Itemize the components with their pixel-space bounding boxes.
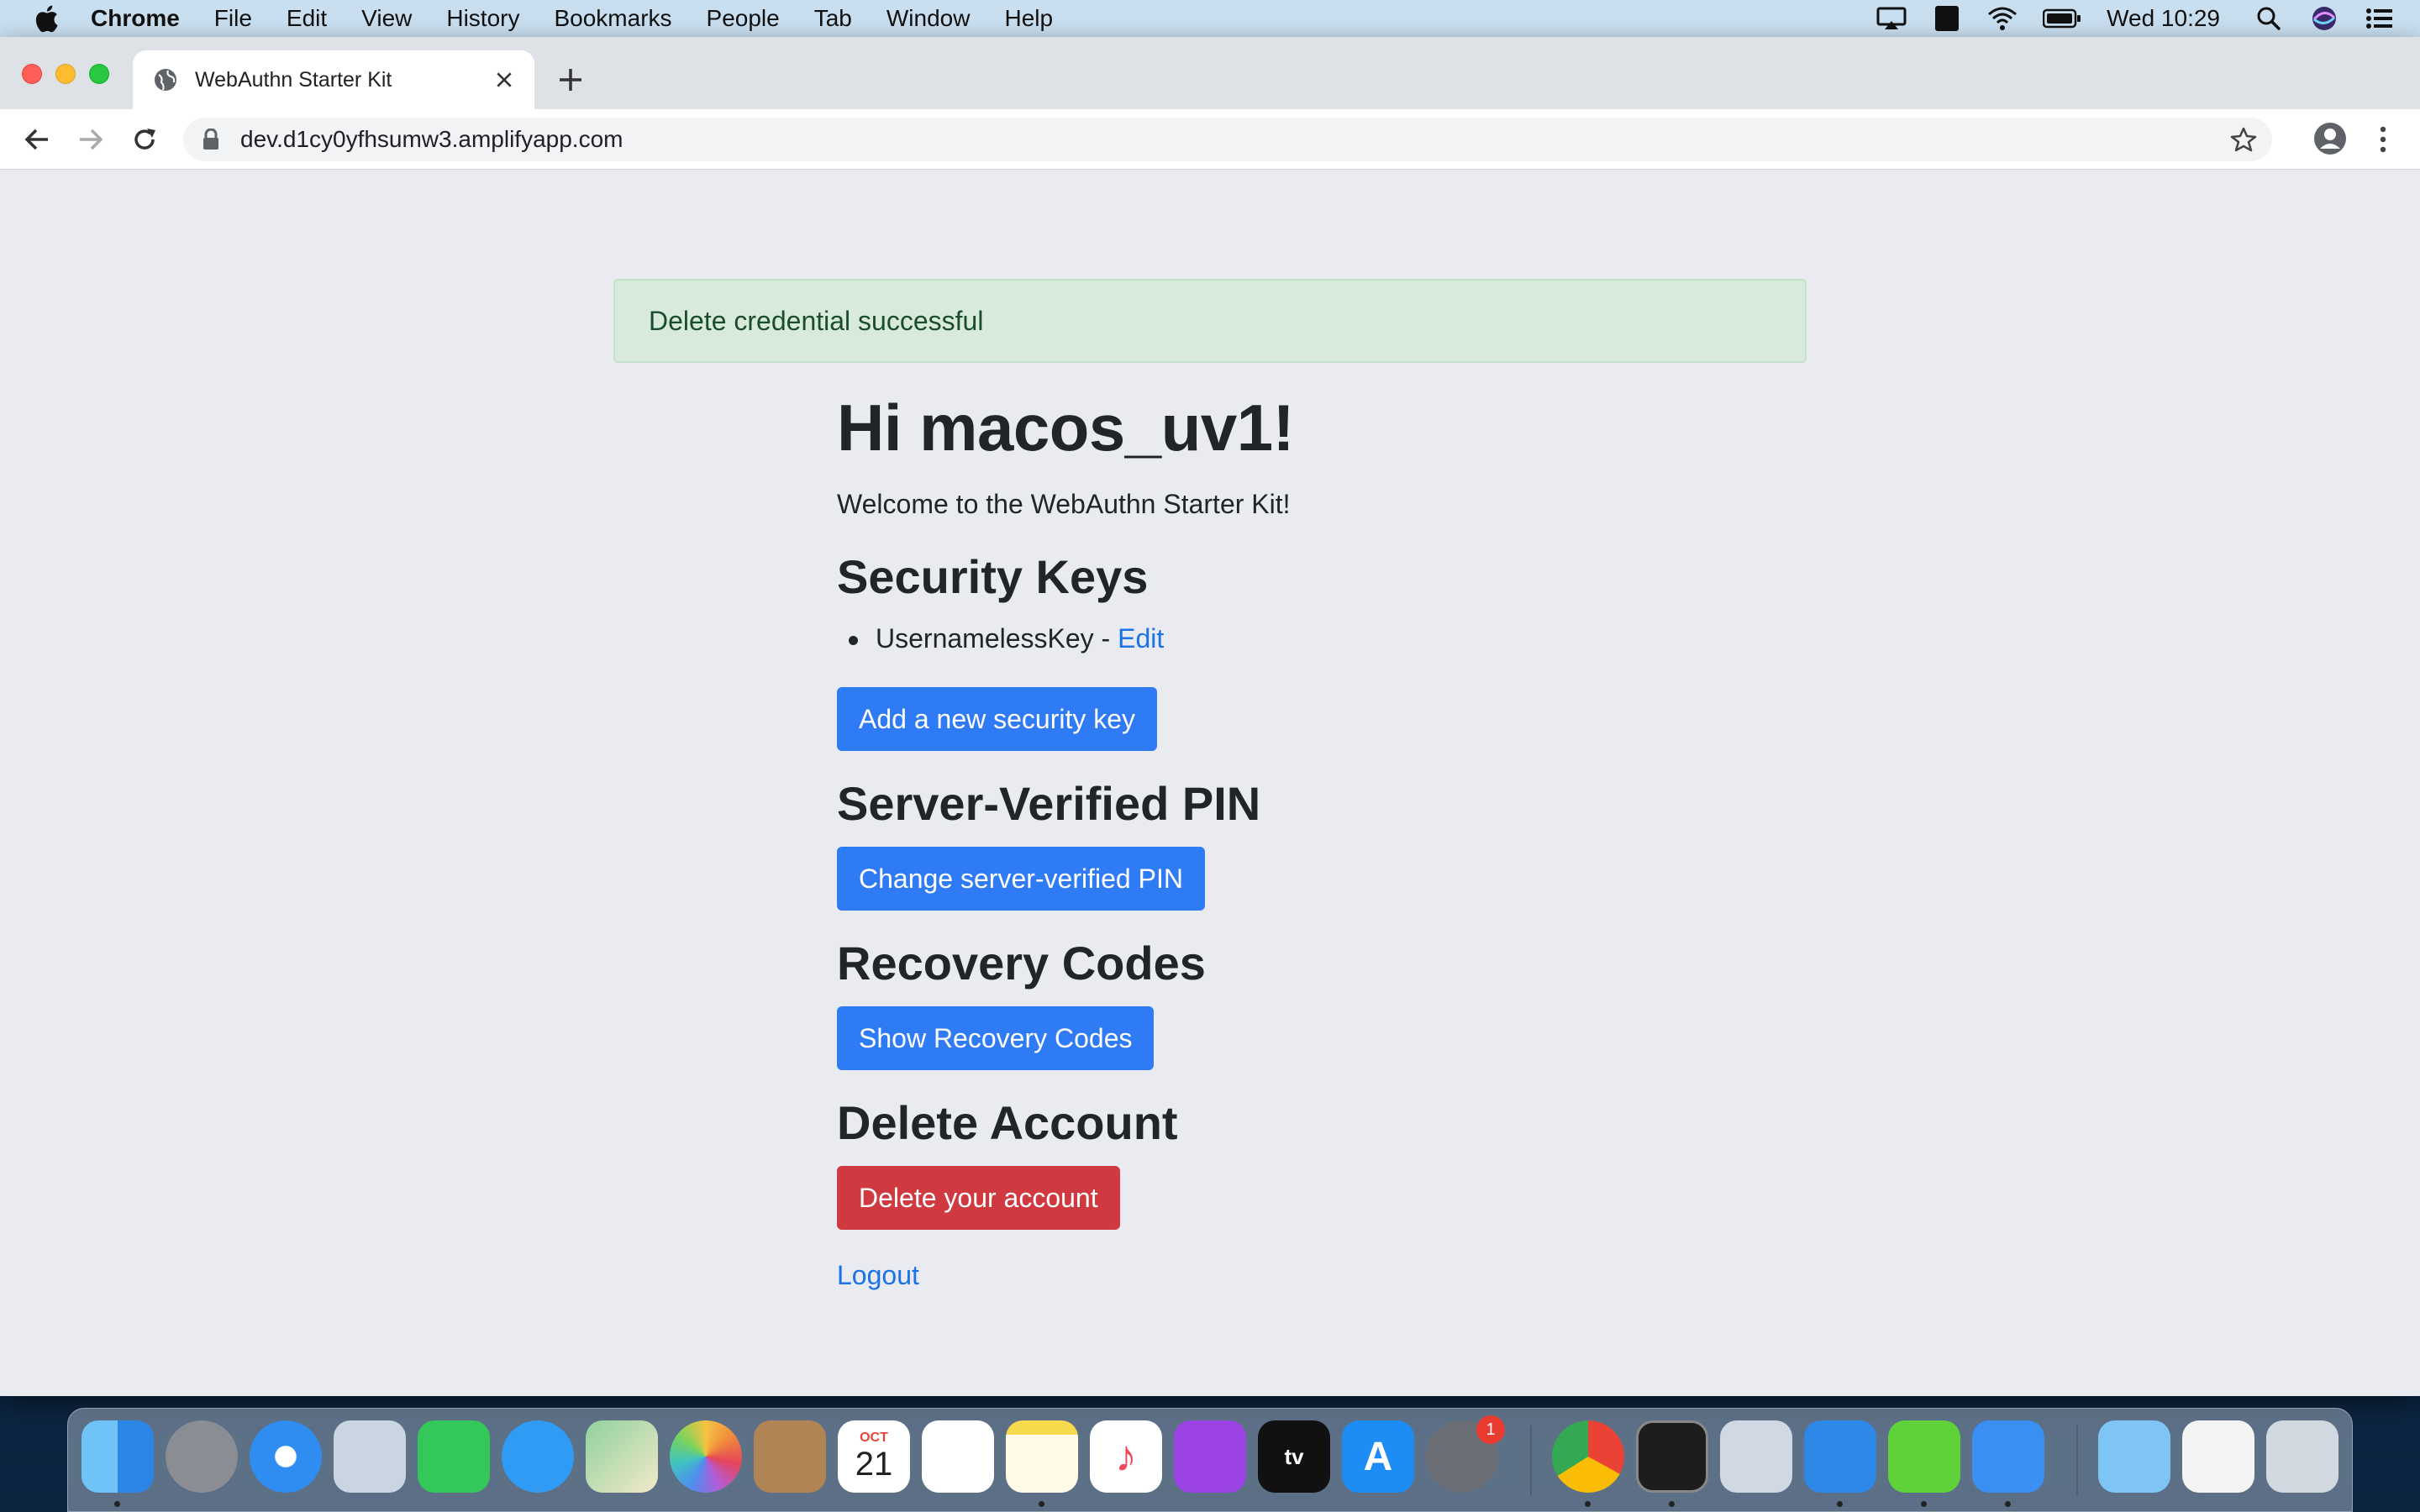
browser-toolbar: dev.d1cy0yfhsumw3.amplifyapp.com [0, 109, 2420, 170]
archive-utility-icon[interactable] [1888, 1420, 1960, 1493]
chrome-icon[interactable] [1552, 1420, 1624, 1493]
notes-icon[interactable] [1006, 1420, 1078, 1493]
maps-icon[interactable] [586, 1420, 658, 1493]
security-keys-list: UsernamelessKey - Edit [848, 623, 1164, 654]
delete-account-button[interactable]: Delete your account [837, 1166, 1120, 1230]
podcasts-icon[interactable] [1174, 1420, 1246, 1493]
apple-menu-icon[interactable] [34, 4, 59, 33]
trash-icon[interactable] [2266, 1420, 2338, 1493]
welcome-text: Welcome to the WebAuthn Starter Kit! [837, 489, 1291, 519]
show-recovery-codes-button[interactable]: Show Recovery Codes [837, 1006, 1155, 1070]
applications-folder-icon[interactable] [2098, 1420, 2170, 1493]
music-icon[interactable]: ♪ [1090, 1420, 1162, 1493]
dock-separator [2076, 1425, 2078, 1496]
notification-center-icon[interactable] [2365, 6, 2395, 31]
fullscreen-window-button[interactable] [89, 64, 109, 84]
simulator-icon[interactable] [1972, 1420, 2044, 1493]
globe-icon [153, 67, 178, 92]
tab-webauthn[interactable]: WebAuthn Starter Kit [133, 50, 534, 109]
facetime-icon[interactable] [418, 1420, 490, 1493]
security-keys-heading: Security Keys [837, 550, 1149, 603]
reload-icon[interactable] [128, 123, 161, 156]
xcode-icon[interactable] [1804, 1420, 1876, 1493]
menu-people[interactable]: People [707, 5, 780, 32]
menu-bookmarks[interactable]: Bookmarks [554, 5, 671, 32]
close-window-button[interactable] [22, 64, 42, 84]
contacts-icon[interactable] [754, 1420, 826, 1493]
menu-bar: Chrome File Edit View History Bookmarks … [0, 0, 2420, 37]
menu-help[interactable]: Help [1004, 5, 1053, 32]
mail-icon[interactable] [334, 1420, 406, 1493]
tab-title: WebAuthn Starter Kit [195, 67, 392, 92]
finder-icon[interactable] [82, 1420, 154, 1493]
address-bar[interactable]: dev.d1cy0yfhsumw3.amplifyapp.com [183, 118, 2272, 161]
url-text[interactable]: dev.d1cy0yfhsumw3.amplifyapp.com [240, 126, 623, 153]
server-pin-heading: Server-Verified PIN [837, 777, 1261, 830]
profile-avatar-icon[interactable] [2312, 121, 2348, 156]
page-title: Hi macos_uv1! [837, 391, 1295, 465]
calendar-month: OCT [860, 1430, 888, 1445]
menu-window[interactable]: Window [886, 5, 971, 32]
siri-icon[interactable] [2309, 6, 2339, 31]
documents-stack-icon[interactable] [2182, 1420, 2254, 1493]
menu-view[interactable]: View [361, 5, 412, 32]
terminal-icon[interactable] [1636, 1420, 1708, 1493]
running-indicator [1585, 1501, 1591, 1507]
back-arrow-icon[interactable] [20, 123, 54, 156]
success-alert: Delete credential successful [613, 279, 1807, 363]
tab-close-icon[interactable] [492, 68, 516, 92]
forward-arrow-icon[interactable] [74, 123, 108, 156]
launchpad-icon[interactable] [166, 1420, 238, 1493]
delete-account-heading: Delete Account [837, 1096, 1178, 1149]
tv-label: tv [1284, 1443, 1304, 1469]
edit-key-link[interactable]: Edit [1118, 623, 1164, 654]
logout-link[interactable]: Logout [837, 1260, 919, 1291]
running-indicator [1039, 1501, 1044, 1507]
notification-badge: 1 [1476, 1415, 1505, 1444]
running-indicator [1921, 1501, 1927, 1507]
list-item: UsernamelessKey - Edit [848, 623, 1164, 654]
reminders-icon[interactable] [922, 1420, 994, 1493]
menu-app-name[interactable]: Chrome [91, 5, 180, 32]
menu-history[interactable]: History [446, 5, 519, 32]
recovery-codes-heading: Recovery Codes [837, 937, 1206, 990]
preview-icon[interactable] [1720, 1420, 1792, 1493]
airplay-icon[interactable] [1876, 6, 1907, 31]
menu-edit[interactable]: Edit [287, 5, 327, 32]
menubar-clock[interactable]: Wed 10:29 [2107, 5, 2220, 32]
wifi-icon[interactable] [1987, 6, 2018, 31]
input-source-icon[interactable] [1932, 6, 1962, 31]
dock-separator [1530, 1425, 1532, 1496]
lock-icon[interactable] [202, 128, 220, 150]
safari-icon[interactable] [250, 1420, 322, 1493]
menu-tab[interactable]: Tab [814, 5, 852, 32]
calendar-day: 21 [855, 1445, 893, 1483]
running-indicator [1669, 1501, 1675, 1507]
battery-icon[interactable] [2043, 6, 2081, 31]
calendar-icon[interactable]: OCT 21 [838, 1420, 910, 1493]
messages-icon[interactable] [502, 1420, 574, 1493]
photos-icon[interactable] [670, 1420, 742, 1493]
spotlight-search-icon[interactable] [2254, 6, 2284, 31]
security-key-name: UsernamelessKey [876, 623, 1094, 654]
running-indicator [1837, 1501, 1843, 1507]
running-indicator [2005, 1501, 2011, 1507]
bookmark-star-icon[interactable] [2230, 126, 2257, 153]
menu-file[interactable]: File [214, 5, 252, 32]
change-pin-button[interactable]: Change server-verified PIN [837, 847, 1205, 911]
dock: OCT 21 ♪ tv A 1 [67, 1408, 2353, 1512]
tab-strip: WebAuthn Starter Kit [0, 37, 2420, 109]
add-security-key-button[interactable]: Add a new security key [837, 687, 1158, 751]
chrome-menu-icon[interactable] [2373, 123, 2393, 156]
system-preferences-icon[interactable]: 1 [1426, 1415, 1505, 1493]
apple-tv-icon[interactable]: tv [1258, 1420, 1330, 1493]
minimize-window-button[interactable] [55, 64, 76, 84]
running-indicator [114, 1501, 120, 1507]
app-store-icon[interactable]: A [1342, 1420, 1414, 1493]
new-tab-plus-icon[interactable] [556, 66, 585, 94]
key-separator: - [1093, 623, 1118, 654]
page-content: Delete credential successful Hi macos_uv… [0, 170, 2420, 1396]
